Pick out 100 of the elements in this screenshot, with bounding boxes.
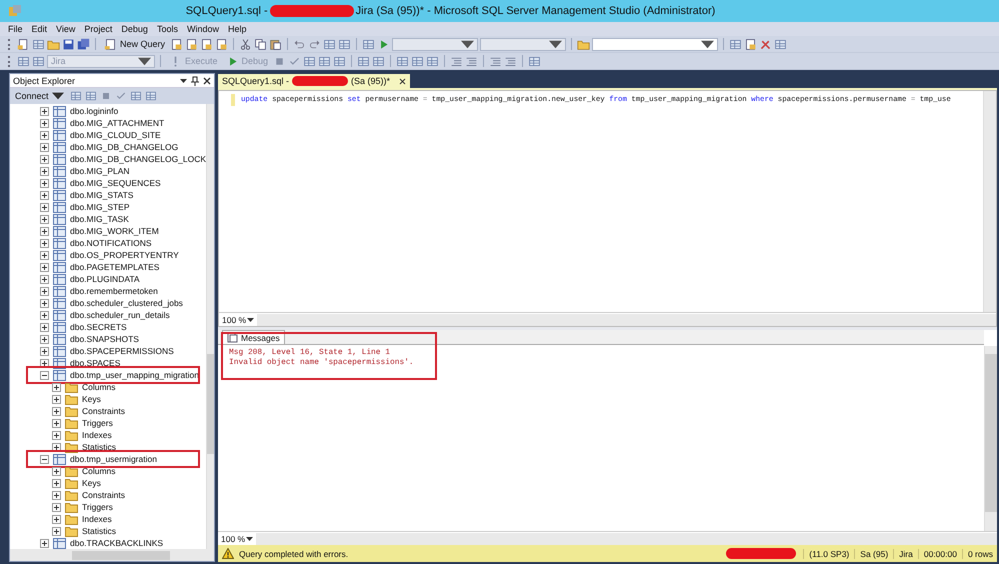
document-tab[interactable]: SQLQuery1.sql - (Sa (95))* — [218, 74, 410, 88]
paste-icon[interactable] — [269, 38, 282, 50]
document-icon[interactable] — [744, 38, 758, 50]
pin-icon[interactable] — [191, 76, 199, 86]
toolbar-button[interactable]: New Query — [101, 37, 168, 51]
expand-icon[interactable] — [52, 442, 61, 452]
expand-icon[interactable] — [40, 238, 49, 248]
redo-arrow-icon[interactable] — [308, 38, 322, 50]
tree-item[interactable]: dbo.tmp_user_mapping_migration — [70, 370, 199, 380]
menu-item[interactable]: File — [8, 24, 23, 34]
caret-icon[interactable] — [180, 78, 187, 82]
grid-icon[interactable] — [32, 38, 45, 50]
tree-item[interactable]: dbo.PLUGINDATA — [70, 274, 140, 284]
tree-item[interactable]: Triggers — [82, 502, 113, 512]
vertical-scrollbar[interactable] — [983, 91, 996, 312]
tree-item[interactable]: dbo.MIG_PLAN — [70, 166, 130, 176]
save-all-icon[interactable] — [77, 38, 90, 50]
grid-icon[interactable] — [303, 54, 316, 68]
grid-icon[interactable] — [17, 54, 30, 68]
expand-icon[interactable] — [52, 418, 61, 428]
close-icon[interactable] — [203, 76, 211, 84]
expand-icon[interactable] — [40, 142, 49, 152]
tree-item[interactable]: dbo.SPACES — [70, 358, 120, 368]
tree-item[interactable]: dbo.MIG_DB_CHANGELOG_LOCK — [70, 154, 206, 164]
menu-item[interactable]: Debug — [121, 24, 148, 34]
tree-item[interactable]: Keys — [82, 478, 101, 488]
expand-icon[interactable] — [40, 358, 49, 368]
grid-icon[interactable] — [411, 54, 424, 68]
expand-icon[interactable] — [52, 502, 61, 512]
tree-item[interactable]: dbo.PAGETEMPLATES — [70, 262, 160, 272]
menu-item[interactable]: Project — [84, 24, 112, 34]
tree-item[interactable]: dbo.scheduler_clustered_jobs — [70, 298, 183, 308]
expand-icon[interactable] — [40, 346, 49, 356]
grid-icon[interactable] — [357, 54, 370, 68]
expand-icon[interactable] — [40, 334, 49, 344]
menu-item[interactable]: Edit — [32, 24, 48, 34]
tree-item[interactable]: dbo.MIG_DB_CHANGELOG — [70, 142, 178, 152]
tree-item[interactable]: Triggers — [82, 418, 113, 428]
tree-item[interactable]: dbo.NOTIFICATIONS — [70, 238, 152, 248]
expand-icon[interactable] — [40, 202, 49, 212]
tree-item[interactable]: Constraints — [82, 406, 125, 416]
grid-icon[interactable] — [729, 38, 742, 50]
grid-icon[interactable] — [130, 90, 142, 102]
grid-icon[interactable] — [333, 54, 346, 68]
grid-icon[interactable] — [144, 90, 157, 102]
vertical-scrollbar[interactable] — [206, 104, 214, 549]
tree-item[interactable]: dbo.MIG_CLOUD_SITE — [70, 130, 161, 140]
document-icon[interactable] — [215, 38, 228, 50]
expand-icon[interactable] — [52, 394, 61, 404]
expand-icon[interactable] — [40, 274, 49, 284]
tree-item[interactable]: dbo.MIG_TASK — [70, 214, 129, 224]
expand-icon[interactable] — [40, 118, 49, 128]
tree-item[interactable]: Keys — [82, 394, 101, 404]
vertical-scrollbar[interactable] — [984, 346, 997, 531]
expand-icon[interactable] — [52, 526, 61, 536]
tree-item[interactable]: dbo.MIG_STEP — [70, 202, 130, 212]
tree-item[interactable]: Constraints — [82, 490, 125, 500]
tree-item[interactable]: Columns — [82, 466, 116, 476]
grid-icon[interactable] — [70, 90, 82, 102]
grid-icon[interactable] — [338, 38, 352, 50]
grid-icon[interactable] — [528, 54, 542, 68]
tree-item[interactable]: dbo.TRACKBACKLINKS — [70, 538, 164, 548]
expand-icon[interactable] — [40, 166, 49, 176]
grid-icon[interactable] — [396, 54, 410, 68]
zoom-dropdown[interactable]: 100 % — [219, 314, 257, 324]
expand-icon[interactable] — [40, 250, 49, 260]
tree-item[interactable]: Columns — [82, 382, 116, 392]
tree-item[interactable]: dbo.OS_PROPERTYENTRY — [70, 250, 179, 260]
new-document-icon[interactable] — [17, 38, 30, 50]
tree-item[interactable]: dbo.SNAPSHOTS — [70, 334, 139, 344]
grid-icon[interactable] — [318, 54, 332, 68]
tree-item[interactable]: dbo.MIG_ATTACHMENT — [70, 118, 164, 128]
tree-item[interactable]: dbo.MIG_STATS — [70, 190, 134, 200]
document-icon[interactable] — [200, 38, 214, 50]
expand-icon[interactable] — [40, 178, 49, 188]
zoom-dropdown[interactable]: 100 % — [218, 534, 256, 544]
expand-icon[interactable] — [40, 286, 49, 296]
horizontal-scrollbar[interactable] — [10, 549, 214, 561]
menu-item[interactable]: Tools — [156, 24, 178, 34]
expand-icon[interactable] — [40, 322, 49, 332]
expand-icon[interactable] — [52, 490, 61, 500]
grid-icon[interactable] — [426, 54, 440, 68]
collapse-icon[interactable] — [40, 454, 49, 464]
dropdown-field[interactable] — [592, 38, 718, 50]
collapse-icon[interactable] — [40, 370, 49, 380]
dropdown-field[interactable] — [480, 38, 566, 50]
expand-icon[interactable] — [52, 382, 61, 392]
tree-item[interactable]: dbo.scheduler_run_details — [70, 310, 170, 320]
checkmark-icon[interactable] — [114, 90, 127, 102]
expand-icon[interactable] — [52, 466, 61, 476]
tree-item[interactable]: Indexes — [82, 514, 112, 524]
expand-icon[interactable] — [52, 478, 61, 488]
copy-icon[interactable] — [254, 38, 268, 50]
tree-item[interactable]: dbo.remembermetoken — [70, 286, 158, 296]
expand-icon[interactable] — [40, 214, 49, 224]
horizontal-scrollbar[interactable] — [256, 532, 997, 544]
horizontal-scrollbar[interactable] — [257, 314, 996, 326]
menu-item[interactable]: Window — [186, 24, 219, 34]
grid-icon[interactable] — [32, 54, 45, 68]
tree-item[interactable]: dbo.SPACEPERMISSIONS — [70, 346, 174, 356]
